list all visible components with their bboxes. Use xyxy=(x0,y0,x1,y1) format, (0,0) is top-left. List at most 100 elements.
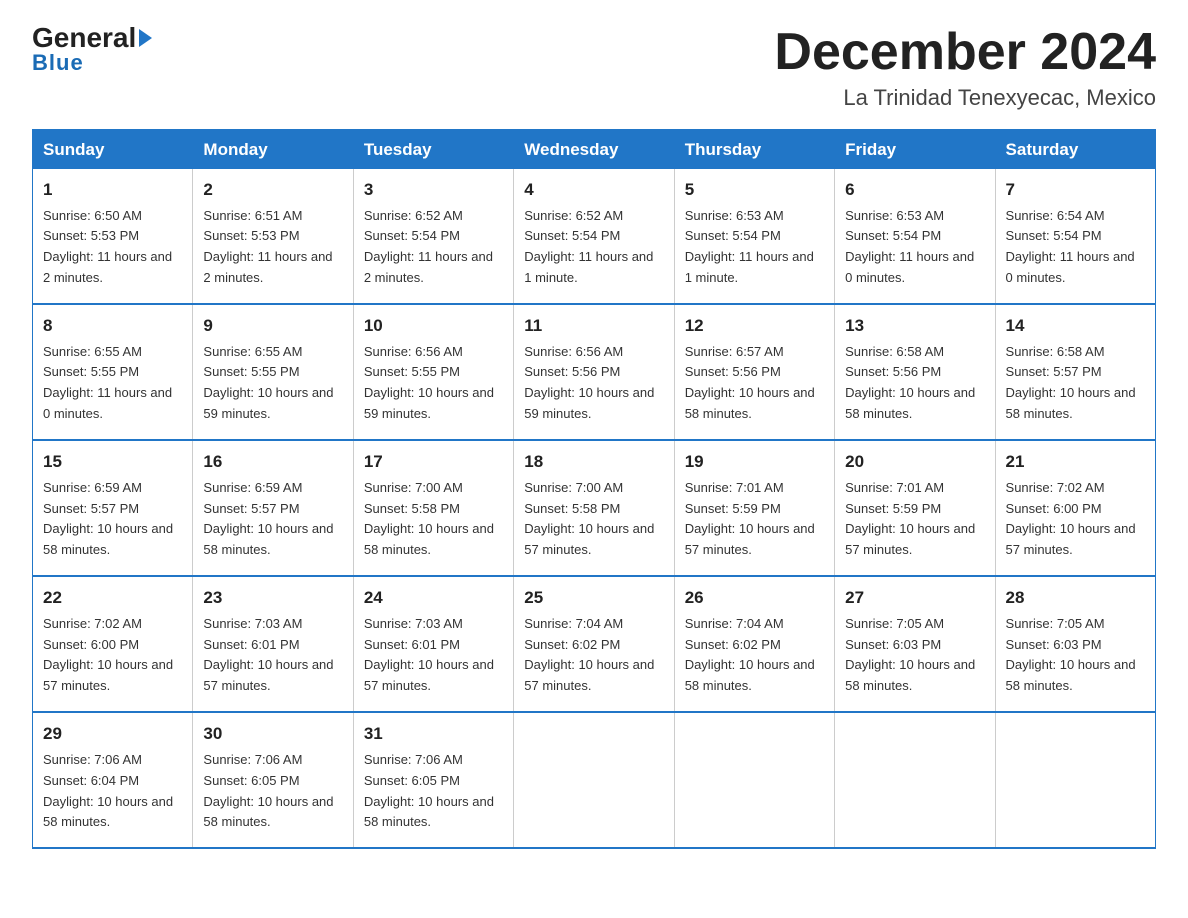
day-info: Sunrise: 6:51 AMSunset: 5:53 PMDaylight:… xyxy=(203,208,332,286)
day-info: Sunrise: 7:02 AMSunset: 6:00 PMDaylight:… xyxy=(43,616,173,694)
table-row: 31 Sunrise: 7:06 AMSunset: 6:05 PMDayligh… xyxy=(353,712,513,848)
day-info: Sunrise: 6:58 AMSunset: 5:57 PMDaylight:… xyxy=(1006,344,1136,422)
day-number: 11 xyxy=(524,313,663,339)
table-row: 16 Sunrise: 6:59 AMSunset: 5:57 PMDayligh… xyxy=(193,440,353,576)
table-row: 11 Sunrise: 6:56 AMSunset: 5:56 PMDayligh… xyxy=(514,304,674,440)
table-row: 14 Sunrise: 6:58 AMSunset: 5:57 PMDayligh… xyxy=(995,304,1155,440)
day-number: 5 xyxy=(685,177,824,203)
header-tuesday: Tuesday xyxy=(353,130,513,169)
day-info: Sunrise: 6:58 AMSunset: 5:56 PMDaylight:… xyxy=(845,344,975,422)
calendar-week-5: 29Sunrise: 7:06 AMSunset: 6:04 PMDayligh… xyxy=(33,712,1156,848)
calendar-week-1: 1 Sunrise: 6:50 AMSunset: 5:53 PMDaylight… xyxy=(33,169,1156,305)
table-row: 1 Sunrise: 6:50 AMSunset: 5:53 PMDaylight… xyxy=(33,169,193,305)
day-number: 30 xyxy=(203,721,342,747)
day-number: 22 xyxy=(43,585,182,611)
location-subtitle: La Trinidad Tenexyecac, Mexico xyxy=(774,85,1156,111)
page-header: General Blue December 2024 La Trinidad T… xyxy=(32,24,1156,111)
day-number: 26 xyxy=(685,585,824,611)
day-info: Sunrise: 6:53 AMSunset: 5:54 PMDaylight:… xyxy=(845,208,974,286)
day-info: Sunrise: 7:04 AMSunset: 6:02 PMDaylight:… xyxy=(685,616,815,694)
table-row: 15 Sunrise: 6:59 AMSunset: 5:57 PMDayligh… xyxy=(33,440,193,576)
day-number: 3 xyxy=(364,177,503,203)
month-title: December 2024 xyxy=(774,24,1156,81)
table-row: 10Sunrise: 6:56 AMSunset: 5:55 PMDayligh… xyxy=(353,304,513,440)
table-row: 17Sunrise: 7:00 AMSunset: 5:58 PMDayligh… xyxy=(353,440,513,576)
day-number: 15 xyxy=(43,449,182,475)
header-thursday: Thursday xyxy=(674,130,834,169)
day-info: Sunrise: 7:04 AMSunset: 6:02 PMDaylight:… xyxy=(524,616,654,694)
table-row: 9 Sunrise: 6:55 AMSunset: 5:55 PMDaylight… xyxy=(193,304,353,440)
table-row: 19 Sunrise: 7:01 AMSunset: 5:59 PMDayligh… xyxy=(674,440,834,576)
calendar-week-3: 15 Sunrise: 6:59 AMSunset: 5:57 PMDayligh… xyxy=(33,440,1156,576)
day-info: Sunrise: 6:50 AMSunset: 5:53 PMDaylight:… xyxy=(43,208,172,286)
day-info: Sunrise: 6:59 AMSunset: 5:57 PMDaylight:… xyxy=(203,480,333,558)
day-number: 18 xyxy=(524,449,663,475)
day-number: 25 xyxy=(524,585,663,611)
day-info: Sunrise: 7:03 AMSunset: 6:01 PMDaylight:… xyxy=(364,616,494,694)
calendar-week-2: 8 Sunrise: 6:55 AMSunset: 5:55 PMDaylight… xyxy=(33,304,1156,440)
day-info: Sunrise: 7:03 AMSunset: 6:01 PMDaylight:… xyxy=(203,616,333,694)
logo-text: General xyxy=(32,24,152,52)
day-info: Sunrise: 7:01 AMSunset: 5:59 PMDaylight:… xyxy=(845,480,975,558)
calendar-table: Sunday Monday Tuesday Wednesday Thursday… xyxy=(32,129,1156,849)
header-monday: Monday xyxy=(193,130,353,169)
calendar-week-4: 22 Sunrise: 7:02 AMSunset: 6:00 PMDayligh… xyxy=(33,576,1156,712)
day-number: 8 xyxy=(43,313,182,339)
day-number: 4 xyxy=(524,177,663,203)
day-info: Sunrise: 6:56 AMSunset: 5:56 PMDaylight:… xyxy=(524,344,654,422)
day-info: Sunrise: 6:54 AMSunset: 5:54 PMDaylight:… xyxy=(1006,208,1135,286)
day-number: 19 xyxy=(685,449,824,475)
day-number: 16 xyxy=(203,449,342,475)
day-info: Sunrise: 7:05 AMSunset: 6:03 PMDaylight:… xyxy=(845,616,975,694)
day-info: Sunrise: 6:56 AMSunset: 5:55 PMDaylight:… xyxy=(364,344,494,422)
day-info: Sunrise: 6:55 AMSunset: 5:55 PMDaylight:… xyxy=(43,344,172,422)
header-saturday: Saturday xyxy=(995,130,1155,169)
day-number: 2 xyxy=(203,177,342,203)
table-row: 30 Sunrise: 7:06 AMSunset: 6:05 PMDayligh… xyxy=(193,712,353,848)
day-number: 23 xyxy=(203,585,342,611)
table-row: 7 Sunrise: 6:54 AMSunset: 5:54 PMDaylight… xyxy=(995,169,1155,305)
table-row: 3 Sunrise: 6:52 AMSunset: 5:54 PMDaylight… xyxy=(353,169,513,305)
logo-triangle-icon xyxy=(139,29,152,47)
day-info: Sunrise: 6:52 AMSunset: 5:54 PMDaylight:… xyxy=(524,208,653,286)
day-number: 21 xyxy=(1006,449,1145,475)
table-row: 25 Sunrise: 7:04 AMSunset: 6:02 PMDayligh… xyxy=(514,576,674,712)
day-info: Sunrise: 7:00 AMSunset: 5:58 PMDaylight:… xyxy=(364,480,494,558)
table-row: 5 Sunrise: 6:53 AMSunset: 5:54 PMDaylight… xyxy=(674,169,834,305)
table-row: 23 Sunrise: 7:03 AMSunset: 6:01 PMDayligh… xyxy=(193,576,353,712)
day-number: 31 xyxy=(364,721,503,747)
day-number: 7 xyxy=(1006,177,1145,203)
day-number: 14 xyxy=(1006,313,1145,339)
table-row: 28Sunrise: 7:05 AMSunset: 6:03 PMDayligh… xyxy=(995,576,1155,712)
day-info: Sunrise: 7:01 AMSunset: 5:59 PMDaylight:… xyxy=(685,480,815,558)
table-row: 13 Sunrise: 6:58 AMSunset: 5:56 PMDayligh… xyxy=(835,304,995,440)
day-number: 20 xyxy=(845,449,984,475)
day-info: Sunrise: 7:00 AMSunset: 5:58 PMDaylight:… xyxy=(524,480,654,558)
header-wednesday: Wednesday xyxy=(514,130,674,169)
day-number: 12 xyxy=(685,313,824,339)
day-number: 1 xyxy=(43,177,182,203)
table-row xyxy=(835,712,995,848)
day-info: Sunrise: 6:59 AMSunset: 5:57 PMDaylight:… xyxy=(43,480,173,558)
day-number: 28 xyxy=(1006,585,1145,611)
table-row: 8 Sunrise: 6:55 AMSunset: 5:55 PMDaylight… xyxy=(33,304,193,440)
title-area: December 2024 La Trinidad Tenexyecac, Me… xyxy=(774,24,1156,111)
day-info: Sunrise: 7:06 AMSunset: 6:05 PMDaylight:… xyxy=(364,752,494,830)
day-number: 27 xyxy=(845,585,984,611)
logo-blue: Blue xyxy=(32,50,84,76)
table-row: 27 Sunrise: 7:05 AMSunset: 6:03 PMDayligh… xyxy=(835,576,995,712)
day-number: 24 xyxy=(364,585,503,611)
day-number: 6 xyxy=(845,177,984,203)
table-row: 29Sunrise: 7:06 AMSunset: 6:04 PMDayligh… xyxy=(33,712,193,848)
day-info: Sunrise: 6:53 AMSunset: 5:54 PMDaylight:… xyxy=(685,208,814,286)
table-row: 2 Sunrise: 6:51 AMSunset: 5:53 PMDaylight… xyxy=(193,169,353,305)
day-number: 9 xyxy=(203,313,342,339)
weekday-header-row: Sunday Monday Tuesday Wednesday Thursday… xyxy=(33,130,1156,169)
table-row: 22 Sunrise: 7:02 AMSunset: 6:00 PMDayligh… xyxy=(33,576,193,712)
day-info: Sunrise: 7:06 AMSunset: 6:05 PMDaylight:… xyxy=(203,752,333,830)
table-row: 20 Sunrise: 7:01 AMSunset: 5:59 PMDayligh… xyxy=(835,440,995,576)
day-number: 13 xyxy=(845,313,984,339)
header-sunday: Sunday xyxy=(33,130,193,169)
day-info: Sunrise: 6:55 AMSunset: 5:55 PMDaylight:… xyxy=(203,344,333,422)
day-info: Sunrise: 6:52 AMSunset: 5:54 PMDaylight:… xyxy=(364,208,493,286)
